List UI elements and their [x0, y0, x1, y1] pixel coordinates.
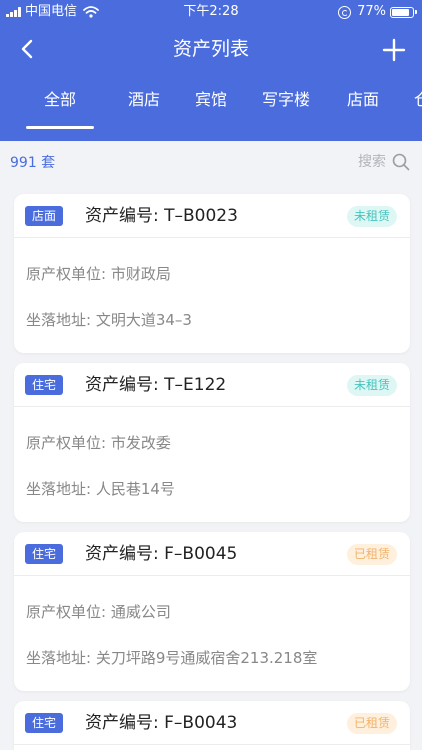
asset-card-header: 住宅 资产编号: F–B0043 已租赁	[14, 701, 410, 745]
asset-type-badge: 店面	[25, 206, 64, 226]
tab-hotel[interactable]: 酒店	[128, 88, 160, 112]
asset-owner: 原产权单位: 市发改委	[26, 434, 171, 452]
asset-code: 资产编号: F–B0043	[85, 713, 238, 733]
nav-bar: 资产列表	[0, 28, 422, 72]
status-right: 77%	[338, 4, 417, 20]
search-label: 搜索	[358, 154, 386, 170]
asset-count: 991 套	[10, 155, 56, 171]
search-icon	[392, 153, 410, 171]
asset-card-header: 店面 资产编号: T–B0023 未租赁	[14, 194, 410, 238]
list-summary: 991 套 搜索	[0, 141, 422, 187]
category-tabs: 全部 酒店 宾馆 写字楼 店面 仓	[0, 88, 422, 132]
asset-code: 资产编号: F–B0045	[85, 544, 238, 564]
asset-code: 资产编号: T–E122	[85, 375, 227, 395]
rental-status-badge: 已租赁	[346, 544, 397, 565]
asset-card[interactable]: 住宅 资产编号: F–B0043 已租赁	[14, 701, 410, 750]
rental-status-badge: 已租赁	[346, 713, 397, 734]
tab-storefront[interactable]: 店面	[347, 88, 379, 112]
tab-all[interactable]: 全部	[44, 88, 76, 112]
page-title: 资产列表	[172, 38, 249, 60]
asset-address: 坐落地址: 关刀坪路9号通威宿舍213.218室	[26, 649, 318, 667]
add-icon[interactable]	[380, 36, 408, 64]
search-button[interactable]: 搜索	[358, 152, 410, 172]
status-bar: 中国电信 下午2:28 77%	[0, 0, 422, 24]
asset-owner: 原产权单位: 通威公司	[26, 603, 171, 621]
asset-type-badge: 住宅	[25, 375, 64, 395]
asset-address: 坐落地址: 人民巷14号	[26, 480, 175, 498]
battery-icon	[390, 6, 417, 18]
asset-type-badge: 住宅	[25, 544, 64, 564]
asset-code: 资产编号: T–B0023	[85, 206, 238, 226]
asset-card[interactable]: 店面 资产编号: T–B0023 未租赁 原产权单位: 市财政局 坐落地址: 文…	[14, 194, 410, 353]
asset-type-badge: 住宅	[25, 713, 64, 733]
app-header: 中国电信 下午2:28 77% 资产列表 全部 酒店 宾馆 写字楼 店面 仓	[0, 0, 422, 141]
asset-card[interactable]: 住宅 资产编号: T–E122 未租赁 原产权单位: 市发改委 坐落地址: 人民…	[14, 363, 410, 522]
battery-percent: 77%	[357, 4, 386, 19]
back-icon[interactable]	[14, 34, 44, 64]
tab-warehouse[interactable]: 仓	[414, 88, 422, 112]
asset-card[interactable]: 住宅 资产编号: F–B0045 已租赁 原产权单位: 通威公司 坐落地址: 关…	[14, 532, 410, 691]
tab-guesthouse[interactable]: 宾馆	[195, 88, 227, 112]
asset-address: 坐落地址: 文明大道34–3	[26, 311, 192, 329]
asset-card-header: 住宅 资产编号: T–E122 未租赁	[14, 363, 410, 407]
active-tab-indicator	[26, 126, 94, 129]
rental-status-badge: 未租赁	[346, 375, 397, 396]
rental-status-badge: 未租赁	[346, 206, 397, 227]
asset-owner: 原产权单位: 市财政局	[26, 265, 171, 283]
asset-card-header: 住宅 资产编号: F–B0045 已租赁	[14, 532, 410, 576]
orientation-lock-icon	[338, 5, 352, 19]
tab-office[interactable]: 写字楼	[262, 88, 310, 112]
